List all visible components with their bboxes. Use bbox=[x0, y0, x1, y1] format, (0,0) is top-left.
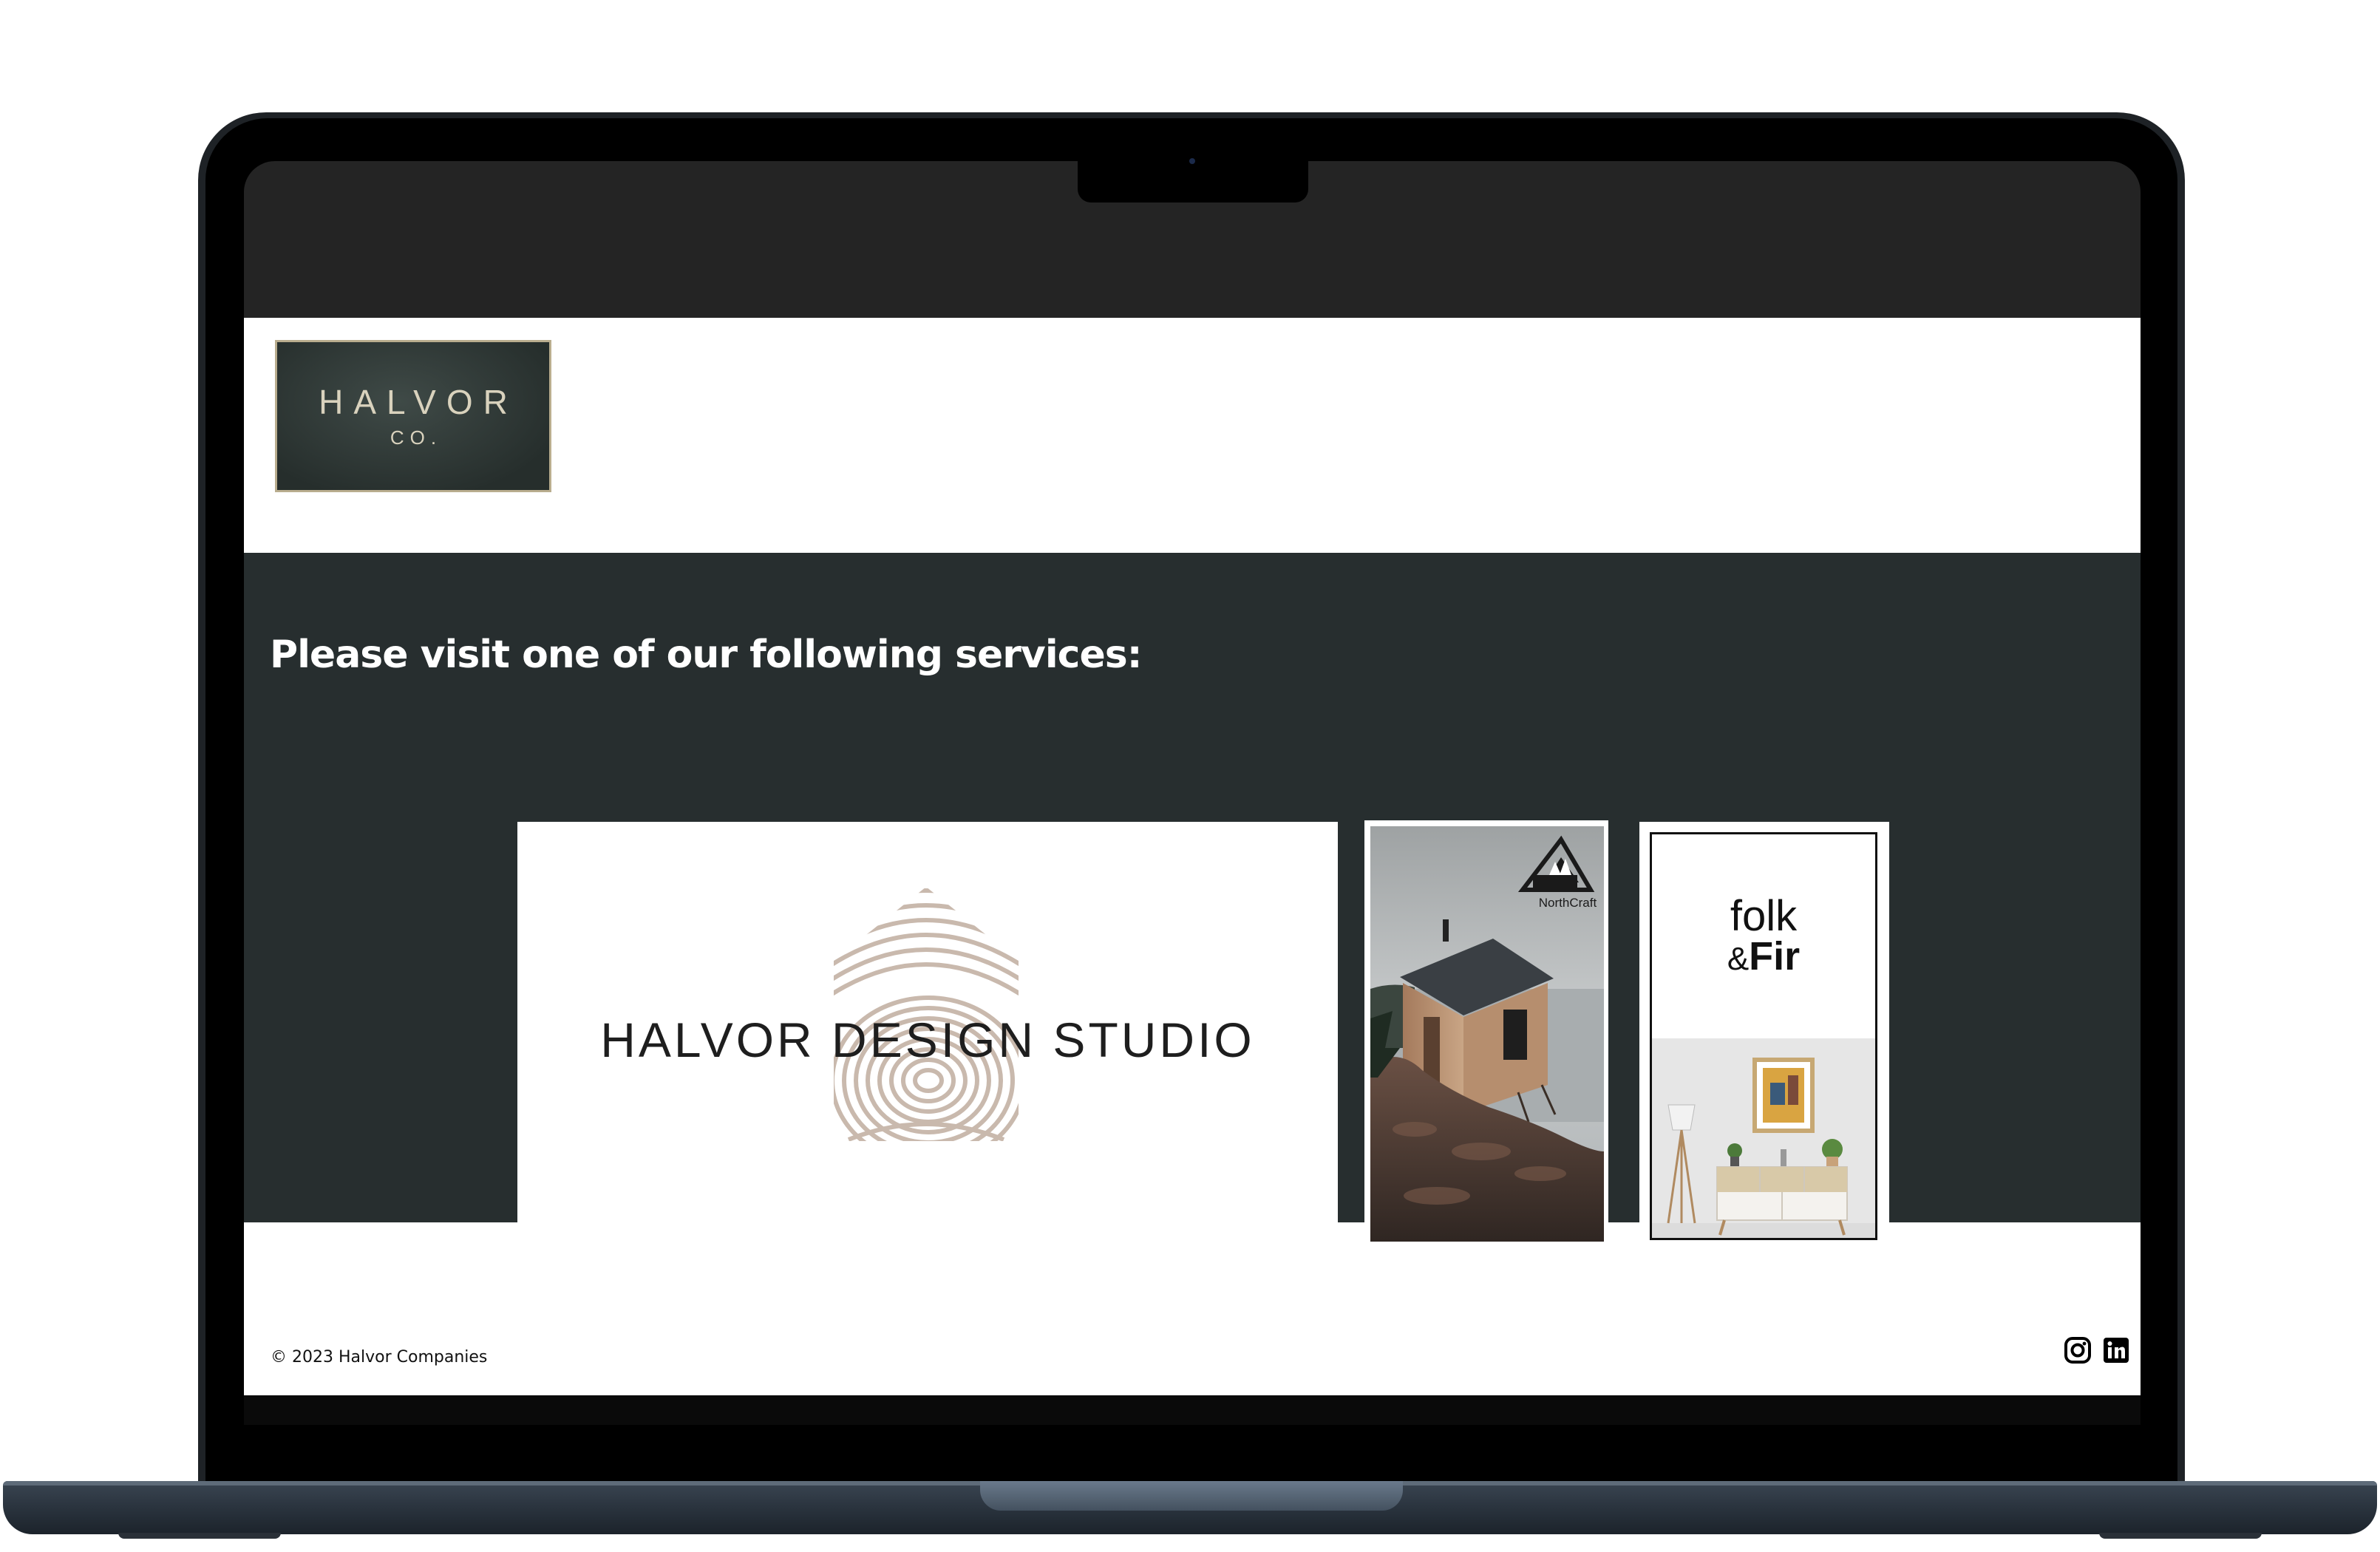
cabin-illustration bbox=[1370, 826, 1604, 1242]
living-room-illustration bbox=[1652, 1038, 1875, 1238]
fir-text: Fir bbox=[1749, 934, 1801, 978]
and-fir-text: &Fir bbox=[1652, 936, 1875, 976]
northcraft-cabin-photo: NorthCraft bbox=[1370, 826, 1604, 1242]
camera-notch bbox=[1078, 160, 1308, 202]
instagram-icon[interactable] bbox=[2064, 1336, 2092, 1364]
laptop-foot-right bbox=[2099, 1533, 2262, 1539]
footer-copyright: © 2023 Halvor Companies bbox=[271, 1348, 488, 1366]
site-header: HALVOR CO. bbox=[244, 318, 2141, 553]
folk-and-fir-logo: folk &Fir bbox=[1652, 834, 1875, 1038]
ampersand-text: & bbox=[1727, 941, 1750, 977]
service-card-halvor-design-studio[interactable]: HALVOR DESIGN STUDIO bbox=[517, 822, 1338, 1224]
services-heading: Please visit one of our following servic… bbox=[270, 633, 1142, 677]
service-card-folk-and-fir[interactable]: folk &Fir bbox=[1639, 822, 1889, 1240]
footer-social-links bbox=[2064, 1336, 2130, 1364]
northcraft-logo-text: NorthCraft bbox=[1538, 896, 1597, 910]
laptop-foot-left bbox=[118, 1533, 281, 1539]
linkedin-icon[interactable] bbox=[2102, 1336, 2130, 1364]
halvor-co-logo[interactable]: HALVOR CO. bbox=[275, 340, 551, 492]
logo-sub-text: CO. bbox=[390, 426, 443, 449]
screen-bottom-bezel bbox=[244, 1395, 2141, 1425]
folk-text: folk bbox=[1730, 892, 1798, 940]
laptop-hinge bbox=[980, 1481, 1403, 1511]
service-card-northcraft[interactable]: NorthCraft bbox=[1364, 820, 1608, 1243]
halvor-design-studio-name: HALVOR DESIGN STUDIO bbox=[600, 1012, 1255, 1067]
folk-and-fir-poster: folk &Fir bbox=[1650, 832, 1877, 1240]
camera-icon bbox=[1189, 158, 1195, 164]
logo-main-text: HALVOR bbox=[319, 383, 518, 421]
website-screen: HALVOR CO. Please visit one of our follo… bbox=[244, 318, 2141, 1395]
